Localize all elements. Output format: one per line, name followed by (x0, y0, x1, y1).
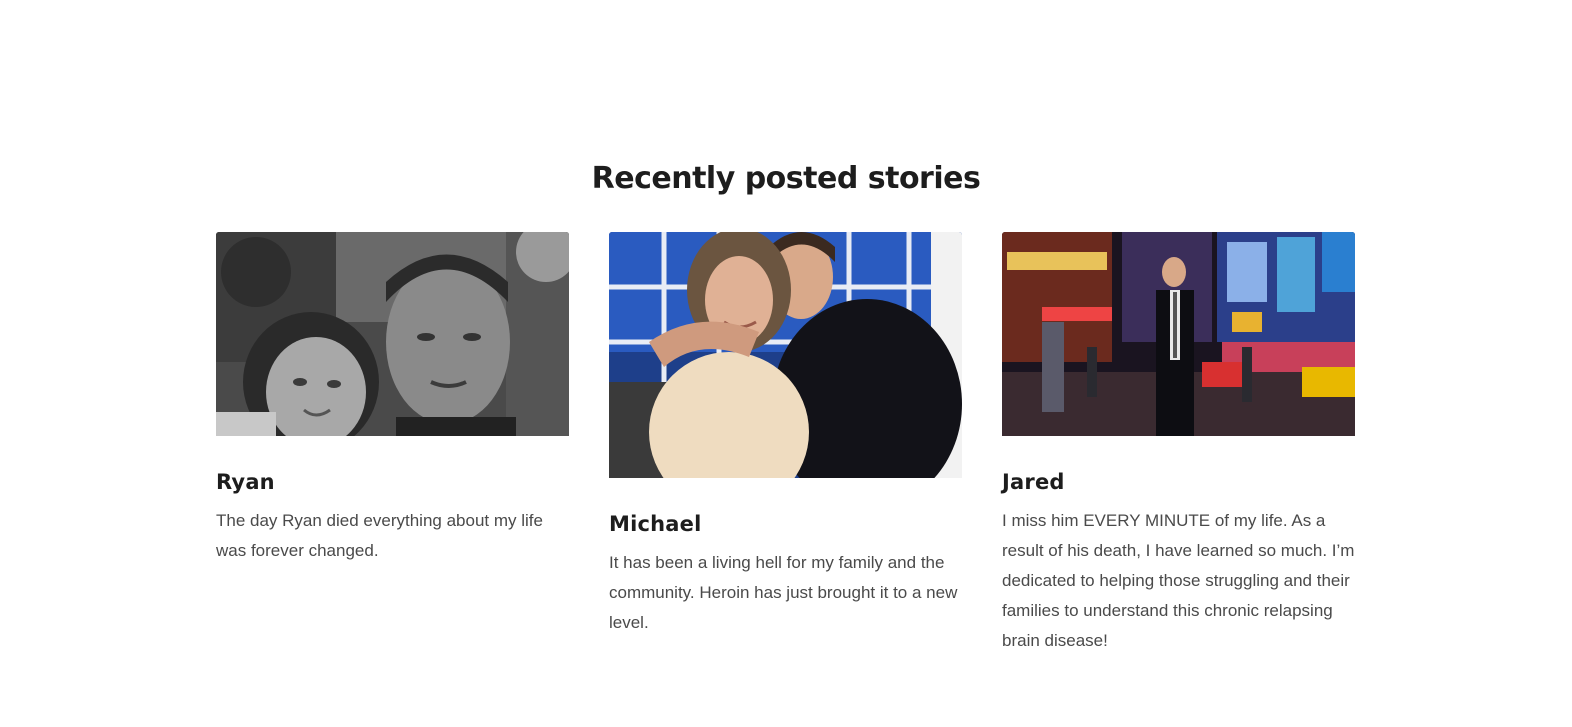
story-card: Michael It has been a living hell for my… (609, 232, 962, 638)
story-name[interactable]: Michael (609, 506, 962, 542)
story-card: Ryan The day Ryan died everything about … (216, 232, 569, 566)
story-photo (609, 232, 962, 478)
story-image-link[interactable] (1002, 232, 1355, 436)
story-image-link[interactable] (609, 232, 962, 478)
story-name[interactable]: Ryan (216, 464, 569, 500)
stories-grid: Ryan The day Ryan died everything about … (216, 232, 1356, 672)
story-excerpt: The day Ryan died everything about my li… (216, 511, 543, 560)
story-excerpt: It has been a living hell for my family … (609, 553, 958, 632)
story-card: Jared I miss him EVERY MINUTE of my life… (1002, 232, 1355, 656)
story-photo (1002, 232, 1355, 436)
story-image-link[interactable] (216, 232, 569, 436)
story-excerpt: I miss him EVERY MINUTE of my life. As a… (1002, 511, 1355, 650)
story-name[interactable]: Jared (1002, 464, 1355, 500)
story-photo (216, 232, 569, 436)
section-title: Recently posted stories (591, 161, 981, 196)
